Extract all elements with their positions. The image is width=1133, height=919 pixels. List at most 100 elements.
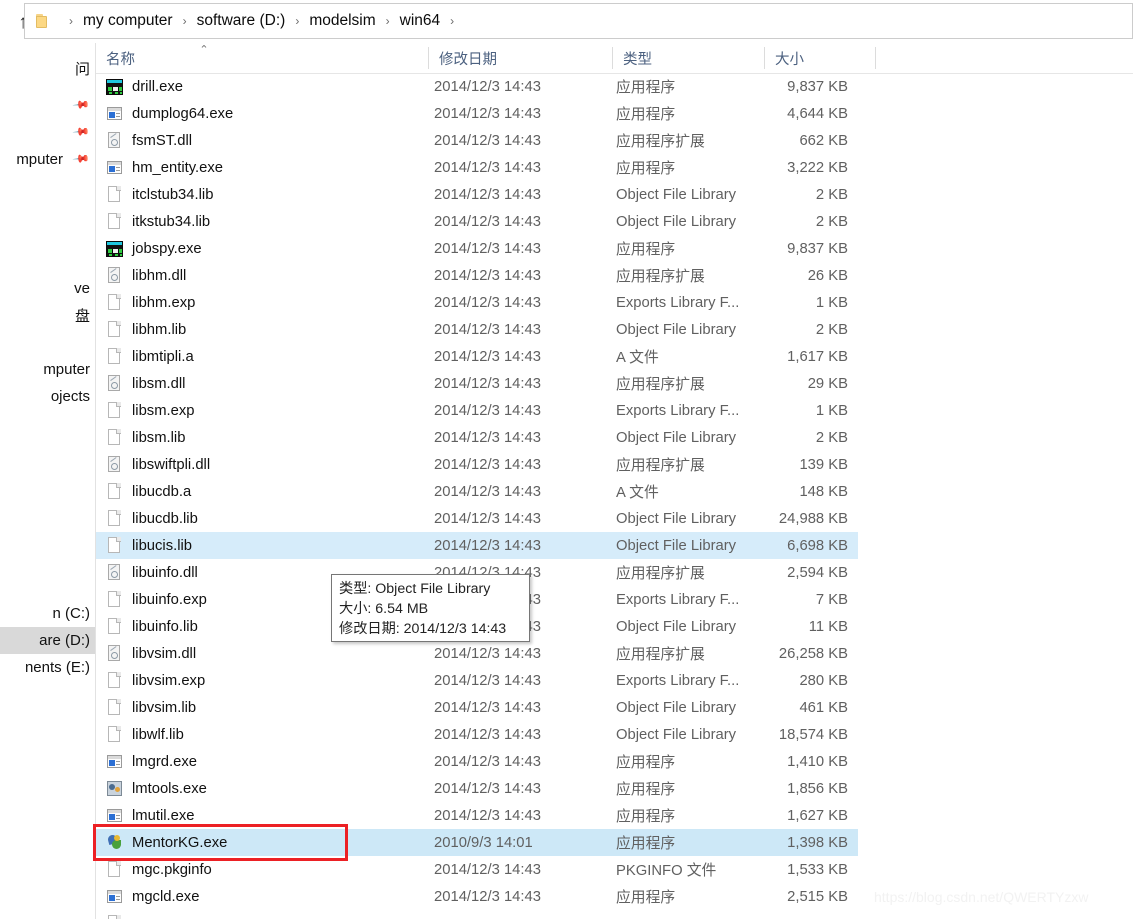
cell-size: 4,644 KB	[787, 105, 848, 122]
table-row[interactable]: mgc.pkginfo 2014/12/3 14:43 PKGINFO 文件 1,53…	[96, 856, 858, 883]
cell-size: 280 KB	[799, 672, 848, 689]
table-row[interactable]: itclstub34.lib 2014/12/3 14:43 Object File…	[96, 181, 858, 208]
pin-icon[interactable]: 📌	[71, 150, 90, 168]
nav-item-2[interactable]: 📌	[0, 119, 96, 146]
exe-icon	[106, 887, 123, 906]
table-row[interactable]: libucdb.lib 2014/12/3 14:43 Object File Li…	[96, 505, 858, 532]
cell-date-modified: 2014/12/3 14:43	[434, 753, 541, 770]
tools-icon	[106, 779, 123, 798]
table-row[interactable]: libwlf.lib 2014/12/3 14:43 Object File Lib…	[96, 721, 858, 748]
table-row[interactable]: fsmST.dll 2014/12/3 14:43 应用程序扩展 662 KB	[96, 127, 858, 154]
table-row[interactable]: hm_entity.exe 2014/12/3 14:43 应用程序 3,222 KB	[96, 154, 858, 181]
table-row[interactable]: libsm.exp 2014/12/3 14:43 Exports Library …	[96, 397, 858, 424]
nav-item-9[interactable]: are (D:)	[0, 627, 96, 654]
file-name-label: itkstub34.lib	[132, 213, 211, 230]
nav-item-label: 问	[74, 61, 90, 78]
nav-item-1[interactable]: 📌	[0, 92, 96, 119]
table-row[interactable]: libsm.dll 2014/12/3 14:43 应用程序扩展 29 KB	[96, 370, 858, 397]
table-row[interactable]: jobspy.exe 2014/12/3 14:43 应用程序 9,837 KB	[96, 235, 858, 262]
breadcrumb-item-software-d[interactable]: software (D:)	[196, 12, 287, 30]
table-row[interactable]: mgcld.exe 2014/12/3 14:43 应用程序 2,515 KB	[96, 883, 858, 910]
nav-item-label: nents (E:)	[24, 659, 90, 676]
file-name-label: drill.exe	[132, 78, 183, 95]
cell-size: 1,398 KB	[787, 834, 848, 851]
nav-item-label: ojects	[50, 388, 90, 405]
pin-icon[interactable]: 📌	[71, 123, 90, 141]
file-name-label: hm_entity.exe	[132, 159, 224, 176]
nav-item-6[interactable]: mputer	[0, 356, 96, 383]
tooltip-size: 大小: 6.54 MB	[339, 601, 429, 617]
cell-type: 应用程序	[616, 755, 676, 771]
dll-icon	[106, 266, 123, 285]
document-icon	[106, 509, 123, 528]
cell-date-modified: 2014/12/3 14:43	[434, 348, 541, 365]
breadcrumb-item-modelsim[interactable]: modelsim	[308, 12, 376, 30]
nav-item-0[interactable]: 问	[0, 55, 96, 82]
cell-type: Object File Library	[616, 510, 737, 527]
file-rows: drill.exe 2014/12/3 14:43 应用程序 9,837 KB dump…	[96, 73, 1133, 919]
table-row[interactable]: libvsim.dll 2014/12/3 14:43 应用程序扩展 26,258 K…	[96, 640, 858, 667]
table-row[interactable]: dumplog64.exe 2014/12/3 14:43 应用程序 4,644 KB	[96, 100, 858, 127]
table-row[interactable]	[96, 910, 858, 919]
table-row[interactable]: libvsim.lib 2014/12/3 14:43 Object File Li…	[96, 694, 858, 721]
file-name-label: lmtools.exe	[132, 780, 207, 797]
cell-name: fsmST.dll	[106, 127, 426, 154]
file-name-label: libvsim.dll	[132, 645, 197, 662]
column-header-date-modified[interactable]: 修改日期	[429, 43, 612, 73]
nav-item-3[interactable]: mputer 📌	[0, 146, 96, 173]
cell-type: 应用程序	[616, 80, 676, 96]
file-name-label: libmtipli.a	[132, 348, 194, 365]
table-row[interactable]: libhm.dll 2014/12/3 14:43 应用程序扩展 26 KB	[96, 262, 858, 289]
table-row[interactable]: libhm.lib 2014/12/3 14:43 Object File Libr…	[96, 316, 858, 343]
table-row[interactable]: drill.exe 2014/12/3 14:43 应用程序 9,837 KB	[96, 73, 858, 100]
breadcrumb-separator-1[interactable]: ›	[174, 14, 196, 28]
column-header-name[interactable]: 名称	[96, 43, 428, 73]
cell-size: 2 KB	[815, 186, 848, 203]
cell-name: libhm.lib	[106, 316, 426, 343]
breadcrumb-separator-2[interactable]: ›	[286, 14, 308, 28]
file-list-pane: 名称 ⌃ 修改日期 类型 大小 drill.exe 2014/12/3 14:43…	[96, 43, 1133, 919]
cell-name: itkstub34.lib	[106, 208, 426, 235]
nav-item-8[interactable]: n (C:)	[0, 600, 96, 627]
file-name-label: mgc.pkginfo	[132, 861, 212, 878]
breadcrumb-item-win64[interactable]: win64	[399, 12, 442, 30]
table-row[interactable]: MentorKG.exe 2010/9/3 14:01 应用程序 1,398 KB	[96, 829, 858, 856]
breadcrumb-separator-4[interactable]: ›	[441, 14, 463, 28]
table-row[interactable]: lmgrd.exe 2014/12/3 14:43 应用程序 1,410 KB	[96, 748, 858, 775]
table-row[interactable]: lmutil.exe 2014/12/3 14:43 应用程序 1,627 KB	[96, 802, 858, 829]
nav-item-7[interactable]: ojects	[0, 383, 96, 410]
nav-item-10[interactable]: nents (E:)	[0, 654, 96, 681]
table-row[interactable]: libucdb.a 2014/12/3 14:43 A 文件 148 KB	[96, 478, 858, 505]
nav-item-5[interactable]: 盘	[0, 302, 96, 329]
table-row[interactable]: libswiftpli.dll 2014/12/3 14:43 应用程序扩展 139 …	[96, 451, 858, 478]
cell-size: 1,627 KB	[787, 807, 848, 824]
column-header-type[interactable]: 类型	[613, 43, 764, 73]
nav-item-label: mputer	[43, 361, 90, 378]
file-name-label: libwlf.lib	[132, 726, 184, 743]
pin-icon[interactable]: 📌	[71, 96, 90, 114]
dll-icon	[106, 374, 123, 393]
table-row[interactable]: libucis.lib 2014/12/3 14:43 Object File Li…	[96, 532, 858, 559]
document-icon	[106, 347, 123, 366]
cell-type: 应用程序	[616, 107, 676, 123]
mentor-icon	[106, 833, 123, 852]
table-row[interactable]: lmtools.exe 2014/12/3 14:43 应用程序 1,856 KB	[96, 775, 858, 802]
document-icon	[106, 428, 123, 447]
cell-size: 2 KB	[815, 429, 848, 446]
breadcrumb[interactable]: › my computer › software (D:) › modelsim…	[24, 3, 1133, 39]
table-row[interactable]: itkstub34.lib 2014/12/3 14:43 Object File …	[96, 208, 858, 235]
table-row[interactable]: libhm.exp 2014/12/3 14:43 Exports Library …	[96, 289, 858, 316]
column-divider-4[interactable]	[875, 47, 876, 69]
table-row[interactable]: libmtipli.a 2014/12/3 14:43 A 文件 1,617 KB	[96, 343, 858, 370]
column-header-size[interactable]: 大小	[765, 43, 875, 73]
document-icon	[106, 590, 123, 609]
breadcrumb-separator-3[interactable]: ›	[377, 14, 399, 28]
exe-icon	[106, 752, 123, 771]
nav-item-4[interactable]: ve	[0, 275, 96, 302]
table-row[interactable]: libsm.lib 2014/12/3 14:43 Object File Libr…	[96, 424, 858, 451]
file-name-label: libvsim.lib	[132, 699, 197, 716]
breadcrumb-item-my-computer[interactable]: my computer	[82, 12, 174, 30]
cell-size: 2,594 KB	[787, 564, 848, 581]
cell-name: lmgrd.exe	[106, 748, 426, 775]
table-row[interactable]: libvsim.exp 2014/12/3 14:43 Exports Librar…	[96, 667, 858, 694]
